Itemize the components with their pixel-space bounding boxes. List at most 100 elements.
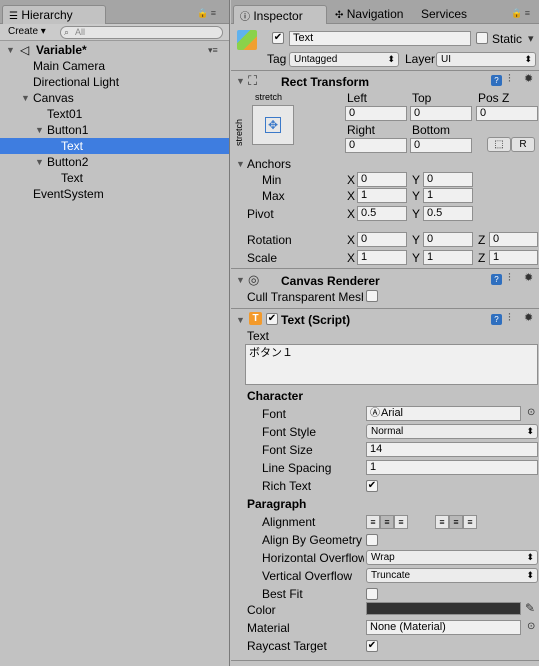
help-icon[interactable]: ?	[491, 75, 502, 86]
vertical-overflow-label: Vertical Overflow	[262, 569, 353, 583]
gear-icon[interactable]: ✹	[524, 311, 533, 324]
active-checkbox[interactable]: ✔	[272, 32, 284, 44]
pivot-x-field[interactable]: 0.5	[357, 206, 407, 221]
left-label: Left	[347, 91, 368, 105]
navigation-icon: ✣	[335, 10, 344, 21]
expand-triangle-icon[interactable]: ▼	[6, 42, 15, 58]
hierarchy-toolbar: Create ▾ ⌕ All	[0, 24, 229, 41]
tab-navigation[interactable]: ✣ Navigation	[329, 5, 409, 24]
scene-menu-icon[interactable]: ▾≡	[208, 42, 218, 58]
stretch-top-label: stretch	[255, 92, 283, 102]
panel-lock-icon[interactable]: 🔒 ≡	[511, 8, 530, 19]
object-picker-icon[interactable]: ⊙	[527, 621, 535, 632]
raycast-target-checkbox[interactable]: ✔	[366, 640, 378, 652]
rotation-x-field[interactable]: 0	[357, 232, 407, 247]
align-left-icon[interactable]: ≡	[366, 515, 380, 529]
create-dropdown[interactable]: Create ▾	[8, 26, 46, 37]
best-fit-checkbox[interactable]	[366, 588, 378, 600]
expand-triangle-icon[interactable]: ▼	[21, 90, 30, 106]
help-icon[interactable]: ?	[491, 314, 502, 325]
align-top-icon[interactable]: ≡	[435, 515, 449, 529]
eyedropper-icon[interactable]: ✎	[525, 601, 535, 615]
anchor-min-x-field[interactable]: 0	[357, 172, 407, 187]
hierarchy-search-input[interactable]: ⌕ All	[60, 26, 223, 39]
anchor-min-y-field[interactable]: 0	[423, 172, 473, 187]
anchor-max-x-field[interactable]: 1	[357, 188, 407, 203]
preset-icon[interactable]: ⫶	[508, 272, 511, 285]
tab-inspector[interactable]: ⓘ Inspector	[233, 5, 327, 24]
scene-row[interactable]: ▼ ◁ Variable* ▾≡	[0, 42, 229, 58]
posz-field[interactable]: 0	[476, 106, 538, 121]
rotation-z-field[interactable]: 0	[489, 232, 538, 247]
scale-y-field[interactable]: 1	[423, 250, 473, 265]
hierarchy-item-text[interactable]: Text	[0, 170, 229, 186]
tag-dropdown[interactable]: Untagged ⬍	[289, 52, 399, 67]
hierarchy-item-main-camera[interactable]: Main Camera	[0, 58, 229, 74]
tab-hierarchy[interactable]: ☰ Hierarchy	[2, 5, 106, 24]
scale-label: Scale	[247, 251, 278, 265]
hierarchy-item-canvas[interactable]: ▼ Canvas	[0, 90, 229, 106]
hierarchy-item-text-selected[interactable]: Text	[0, 138, 229, 154]
align-middle-icon[interactable]: ≡	[449, 515, 463, 529]
pivot-y-field[interactable]: 0.5	[423, 206, 473, 221]
color-swatch[interactable]	[366, 602, 521, 615]
cull-transparent-checkbox[interactable]	[366, 290, 378, 302]
bottom-field[interactable]: 0	[410, 138, 472, 153]
expand-triangle-icon[interactable]: ▼	[35, 154, 44, 170]
collapse-triangle-icon[interactable]: ▼	[236, 275, 245, 285]
inspector-tabbar: ⓘ Inspector ✣ Navigation Services 🔒 ≡	[231, 0, 539, 24]
anchor-max-y-field[interactable]: 1	[423, 188, 473, 203]
font-size-field[interactable]: 14	[366, 442, 538, 457]
anchors-triangle-icon[interactable]: ▼	[236, 159, 245, 169]
top-field[interactable]: 0	[410, 106, 472, 121]
hierarchy-tabbar: ☰ Hierarchy 🔒 ≡	[0, 0, 229, 24]
posz-label: Pos Z	[478, 91, 510, 105]
hierarchy-item-button1[interactable]: ▼ Button1	[0, 122, 229, 138]
scale-x-field[interactable]: 1	[357, 250, 407, 265]
list-icon: ☰	[9, 11, 18, 22]
preset-icon[interactable]: ⫶	[508, 312, 511, 325]
help-icon[interactable]: ?	[491, 274, 502, 285]
material-field[interactable]: None (Material)	[366, 620, 521, 635]
right-field[interactable]: 0	[345, 138, 407, 153]
align-by-geometry-checkbox[interactable]	[366, 534, 378, 546]
text-enabled-checkbox[interactable]: ✔	[266, 313, 278, 325]
hierarchy-item-directional-light[interactable]: Directional Light	[0, 74, 229, 90]
horizontal-overflow-dropdown[interactable]: Wrap ⬍	[366, 550, 538, 565]
object-name-field[interactable]: Text	[289, 31, 471, 46]
hierarchy-item-button2[interactable]: ▼ Button2	[0, 154, 229, 170]
anchor-presets-button[interactable]: ✥	[252, 105, 294, 145]
layer-dropdown[interactable]: UI ⬍	[436, 52, 536, 67]
align-right-icon[interactable]: ≡	[394, 515, 408, 529]
hierarchy-item-text01[interactable]: Text01	[0, 106, 229, 122]
text-content-area[interactable]: ボタン１	[245, 344, 538, 385]
line-spacing-field[interactable]: 1	[366, 460, 538, 475]
expand-triangle-icon[interactable]: ▼	[35, 122, 44, 138]
blueprint-mode-button[interactable]: ⬚	[487, 137, 511, 152]
left-field[interactable]: 0	[345, 106, 407, 121]
align-bottom-icon[interactable]: ≡	[463, 515, 477, 529]
layer-label: Layer	[405, 52, 436, 66]
hierarchy-item-eventsystem[interactable]: EventSystem	[0, 186, 229, 202]
collapse-triangle-icon[interactable]: ▼	[236, 76, 245, 86]
align-center-icon[interactable]: ≡	[380, 515, 394, 529]
raycast-target-label: Raycast Target	[247, 639, 327, 653]
tab-services[interactable]: Services	[415, 5, 473, 24]
raw-edit-button[interactable]: R	[511, 137, 535, 152]
font-field[interactable]: Ⓐ Arial	[366, 406, 521, 421]
right-label: Right	[347, 123, 376, 137]
gear-icon[interactable]: ✹	[524, 271, 533, 284]
static-checkbox[interactable]	[476, 32, 488, 44]
gear-icon[interactable]: ✹	[524, 72, 533, 85]
font-label: Font	[262, 407, 287, 421]
rotation-y-field[interactable]: 0	[423, 232, 473, 247]
panel-lock-icon[interactable]: 🔒 ≡	[197, 8, 216, 19]
collapse-triangle-icon[interactable]: ▼	[236, 315, 245, 325]
vertical-overflow-dropdown[interactable]: Truncate ⬍	[366, 568, 538, 583]
font-style-dropdown[interactable]: Normal ⬍	[366, 424, 538, 439]
object-picker-icon[interactable]: ⊙	[527, 407, 535, 418]
scale-z-field[interactable]: 1	[489, 250, 538, 265]
preset-icon[interactable]: ⫶	[508, 73, 511, 86]
static-dropdown-icon[interactable]: ▾	[528, 32, 534, 45]
rich-text-checkbox[interactable]: ✔	[366, 480, 378, 492]
